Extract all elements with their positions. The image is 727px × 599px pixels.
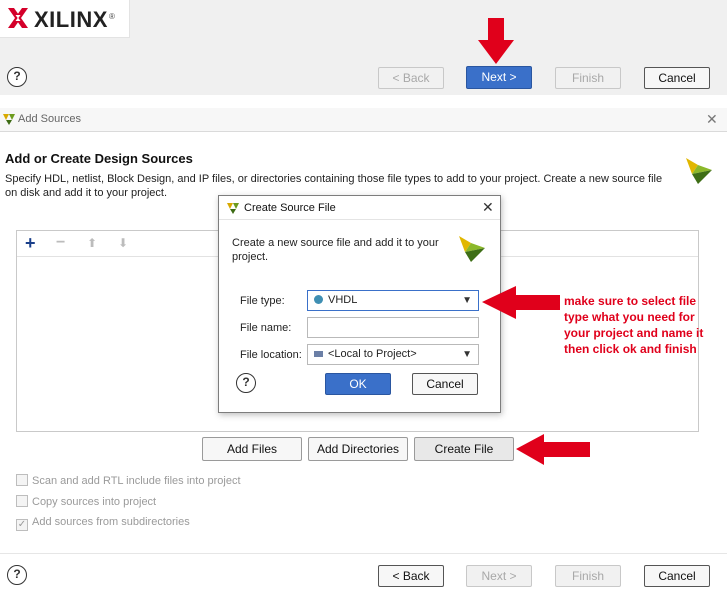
file-type-value: VHDL [328,294,358,306]
file-location-select[interactable]: <Local to Project> ▼ [307,344,479,365]
down-arrow-annotation-icon [478,18,514,64]
add-icon[interactable]: + [25,234,36,252]
modal-ok-button[interactable]: OK [325,373,391,395]
close-icon[interactable]: ✕ [482,199,494,216]
wizard-finish-button[interactable]: Finish [555,67,621,89]
footer-next-button[interactable]: Next > [466,565,532,587]
left-arrow-annotation-icon [482,286,560,319]
modal-help-button[interactable]: ? [236,373,256,393]
option-scan-rtl-label: Scan and add RTL include files into proj… [32,475,241,487]
file-type-label: File type: [240,295,285,307]
add-sources-titlebar [0,108,727,132]
footer-cancel-button[interactable]: Cancel [644,565,710,587]
footer-back-button[interactable]: < Back [378,565,444,587]
vivado-logo-icon [459,236,485,262]
add-directories-button[interactable]: Add Directories [308,437,408,461]
section-title: Add or Create Design Sources [5,151,193,166]
vivado-logo-small-icon [3,114,15,125]
option-scan-rtl[interactable]: Scan and add RTL include files into proj… [16,474,241,487]
create-file-button[interactable]: Create File [414,437,514,461]
footer-finish-button[interactable]: Finish [555,565,621,587]
instruction-annotation: make sure to select file type what you n… [564,294,704,356]
add-sources-title: Add Sources [18,113,81,125]
create-source-file-title: Create Source File [244,202,336,214]
file-location-value: <Local to Project> [328,348,417,360]
checkbox-unchecked-icon[interactable] [16,474,28,486]
file-name-label: File name: [240,322,292,334]
vivado-logo-icon [686,158,712,184]
brand-name: XILINX [34,7,108,32]
checkbox-checked-icon[interactable]: ✓ [16,519,28,531]
option-copy-sources-label: Copy sources into project [32,496,157,508]
file-name-input[interactable] [307,317,479,338]
move-up-icon[interactable]: ⬆ [87,235,97,251]
wizard-back-button[interactable]: < Back [378,67,444,89]
add-files-button[interactable]: Add Files [202,437,302,461]
file-type-select[interactable]: VHDL ▼ [307,290,479,311]
wizard-help-button[interactable]: ? [7,67,27,87]
vivado-logo-small-icon [227,203,239,214]
xilinx-logo-icon [8,8,28,28]
chevron-down-icon: ▼ [462,295,472,306]
close-icon[interactable]: ✕ [706,111,718,128]
vhdl-dot-icon [314,295,323,304]
remove-icon[interactable]: − [56,235,65,251]
wizard-next-button[interactable]: Next > [466,66,532,89]
wizard-cancel-button[interactable]: Cancel [644,67,710,89]
brand-registered-mark: ® [109,12,115,21]
file-location-label: File location: [240,349,302,361]
chevron-down-icon: ▼ [462,349,472,360]
folder-icon [314,351,323,357]
footer-help-button[interactable]: ? [7,565,27,585]
modal-cancel-button[interactable]: Cancel [412,373,478,395]
left-arrow-annotation-icon [516,434,590,465]
checkbox-unchecked-icon[interactable] [16,495,28,507]
move-down-icon[interactable]: ⬇ [118,235,128,251]
footer-divider [0,553,727,554]
option-add-subdirectories[interactable]: ✓ Add sources from subdirectories [16,516,190,531]
create-source-file-description: Create a new source file and add it to y… [232,237,439,263]
option-add-subdirectories-label: Add sources from subdirectories [32,516,190,528]
option-copy-sources[interactable]: Copy sources into project [16,495,156,508]
